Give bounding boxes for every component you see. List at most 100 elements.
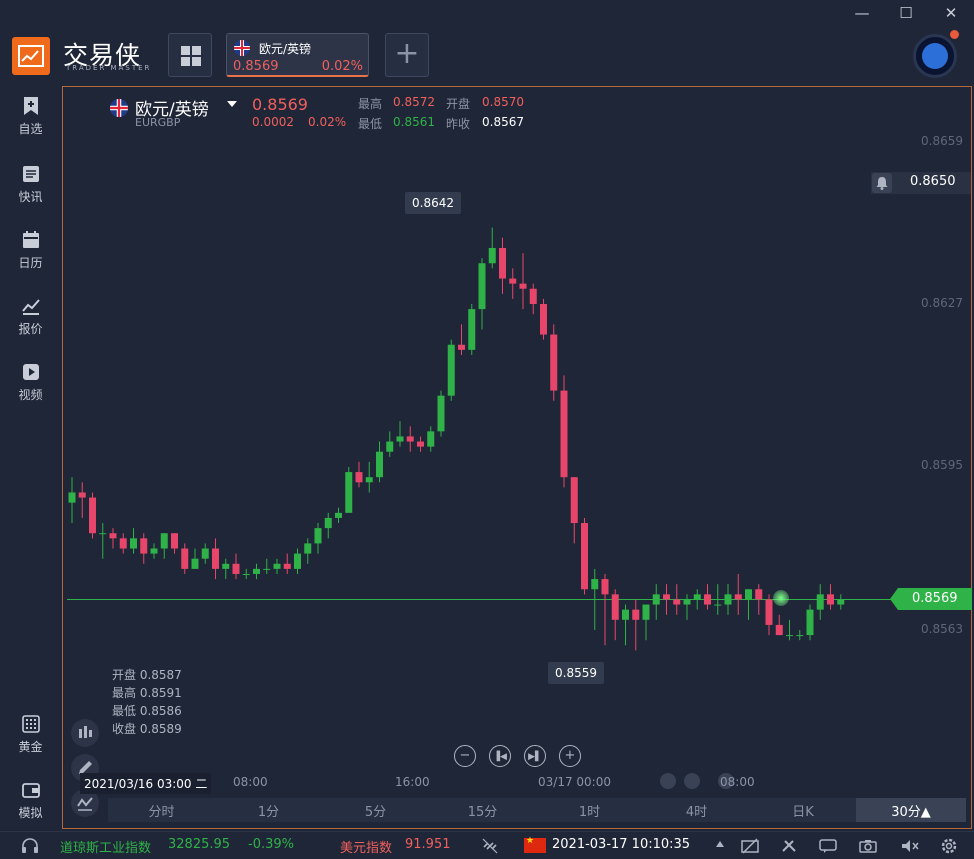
symbol-dropdown-icon[interactable] [227,101,237,107]
chat-icon[interactable] [818,838,838,858]
maximize-icon[interactable]: ☐ [896,4,916,22]
skip-start-button[interactable]: ▐◀ [489,745,511,767]
candle-body [150,548,158,554]
candle-body [324,517,332,529]
sidebar-item-calendar[interactable]: 日历 [0,230,61,271]
current-price-tag: 0.8569 [890,588,972,610]
candle-body [509,278,517,284]
period-tab-1h[interactable]: 1时 [536,801,643,820]
camera-icon[interactable] [858,838,878,858]
last-price-glow [773,590,789,606]
mute-icon[interactable] [900,838,920,858]
candlestick-chart[interactable] [62,86,972,829]
china-flag-icon: ★ [524,836,546,853]
calendar-icon [22,231,39,248]
candle-body [314,528,322,544]
candle-body [181,548,189,569]
price-axis-label: 0.8659 [921,134,963,148]
candle-body [478,263,486,310]
no-image-icon[interactable] [740,838,760,858]
tab-eurgbp[interactable]: 欧元/英镑 0.8569 0.02% [226,33,369,77]
high-tooltip: 0.8642 [405,192,461,214]
usd-index-label[interactable]: 美元指数 [340,837,392,856]
add-tab-button[interactable]: + [385,33,429,77]
candle-body [119,538,127,549]
sidebar-item-video[interactable]: 视频 [0,362,61,403]
skip-end-button[interactable]: ▶▌ [524,745,546,767]
candle-body [570,477,578,524]
candle-body [786,635,793,637]
cursor-time-label: 2021/03/16 03:00 二 [80,773,212,794]
candle-body [550,334,558,391]
logo-icon [12,37,50,75]
minus-icon: − [459,748,471,763]
period-tab-30m[interactable]: 30分▲ [856,801,966,820]
candle-body [827,594,834,605]
period-tab-tick[interactable]: 分时 [108,801,215,820]
period-tab-day[interactable]: 日K [750,801,856,820]
sidebar-item-label: 日历 [18,256,43,270]
sidebar-item-news[interactable]: 快讯 [0,164,61,205]
usd-index-value: 91.951 [405,837,451,852]
period-tab-1m[interactable]: 1分 [215,801,322,820]
layout-grid-button[interactable] [168,33,212,77]
candle-body [355,472,363,483]
candle-body [560,390,568,478]
sidebar: 自选 快讯 日历 报价 视频 黄金 模拟 [0,84,61,829]
price-axis-label: 0.8627 [921,296,963,310]
dow-value: 32825.95 [168,837,231,852]
uk-flag-icon [110,99,128,117]
time-axis-label: 08:00 [233,775,268,789]
period-tab-5m[interactable]: 5分 [322,801,429,820]
bookmark-plus-icon [23,97,38,115]
symbol-change: 0.0002 [252,115,294,129]
plus-icon: + [394,36,420,71]
wallet-icon [21,783,40,798]
time-axis-label: 08:00 [720,775,755,789]
sidebar-item-watchlist[interactable]: 自选 [0,96,61,137]
candle-body [99,533,107,535]
avatar[interactable] [913,34,957,78]
candle-body [437,395,445,432]
zoom-out-button[interactable]: − [454,745,476,767]
candle-body [130,538,137,549]
minimize-icon[interactable]: — [852,4,872,22]
link-icon[interactable] [480,837,500,859]
candle-body [191,558,199,569]
candle-type-button[interactable] [71,719,99,747]
high-value: 0.8572 [393,95,435,109]
headset-icon[interactable] [20,837,40,859]
plus-icon: + [564,748,576,763]
candle-body [683,599,691,605]
skip-forward-icon: ▶▌ [528,752,542,762]
caret-up-icon[interactable] [716,841,724,847]
ohlc-low: 最低 0.8586 [112,704,182,718]
zoom-in-button[interactable]: + [559,745,581,767]
video-play-icon [22,364,39,380]
tab-price: 0.8569 [233,59,279,74]
candle-body [160,533,168,549]
candle-body [519,283,527,289]
dow-label[interactable]: 道琼斯工业指数 [60,837,151,856]
tools-icon[interactable] [780,838,798,858]
candle-body [796,635,804,637]
low-value: 0.8561 [393,115,435,129]
time-axis-label: 03/17 00:00 [538,775,611,789]
sidebar-item-simulate[interactable]: 模拟 [0,780,61,821]
dot-toggle-2[interactable] [684,773,700,789]
close-icon[interactable]: ✕ [941,4,961,22]
prev-close-value: 0.8567 [482,115,524,129]
settings-gear-icon[interactable] [940,837,958,859]
candle-body [529,288,537,304]
open-label: 开盘 [446,97,471,111]
dot-toggle-1[interactable] [660,773,676,789]
bell-icon[interactable] [872,173,892,193]
period-tab-4h[interactable]: 4时 [643,801,750,820]
sidebar-item-label: 快讯 [18,190,43,204]
sidebar-item-quotes[interactable]: 报价 [0,296,61,337]
sidebar-item-gold[interactable]: 黄金 [0,714,61,755]
candle-body [611,594,619,620]
candle-body [294,553,301,569]
period-tab-15m[interactable]: 15分 [429,801,536,820]
symbol-percent: 0.02% [308,115,347,129]
